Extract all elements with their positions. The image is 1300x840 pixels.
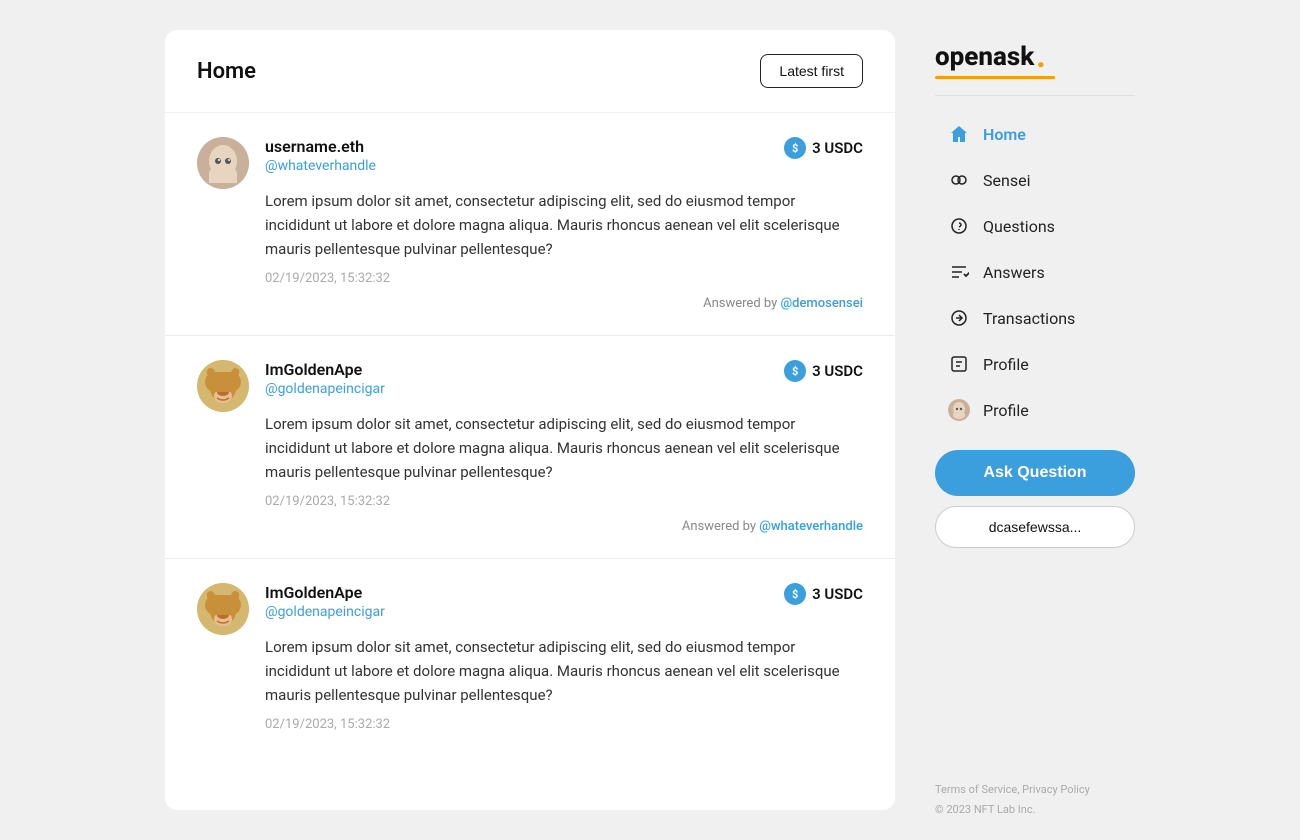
feed-text: Lorem ipsum dolor sit amet, consectetur … — [265, 412, 863, 484]
feed-item: ImGoldenApe @goldenapeincigar $ 3 USDC L… — [165, 336, 895, 559]
ghost-avatar-svg — [197, 137, 249, 189]
feed: username.eth @whateverhandle $ 3 USDC Lo… — [165, 113, 895, 766]
feed-text: Lorem ipsum dolor sit amet, consectetur … — [265, 189, 863, 261]
logo-text: openask — [935, 42, 1034, 72]
logo-dot: . — [1036, 40, 1045, 72]
main-header: Home Latest first — [165, 30, 895, 113]
sidebar-item-label: Sensei — [983, 171, 1030, 190]
feed-item: ImGoldenApe @goldenapeincigar $ 3 USDC L… — [165, 559, 895, 766]
feed-item: username.eth @whateverhandle $ 3 USDC Lo… — [165, 113, 895, 336]
sidebar-logo: openask. — [935, 40, 1135, 72]
answers-icon — [947, 260, 971, 284]
sidebar-item-transactions[interactable]: Transactions — [935, 296, 1135, 340]
feed-handle[interactable]: @whateverhandle — [265, 158, 376, 174]
feed-meta: username.eth @whateverhandle $ 3 USDC — [265, 137, 863, 178]
usdc-icon: $ — [784, 583, 806, 605]
feed-top: ImGoldenApe @goldenapeincigar $ 3 USDC — [197, 583, 863, 635]
feed-answered: Answered by @demosensei — [265, 296, 863, 311]
usdc-icon: $ — [784, 360, 806, 382]
feed-text: Lorem ipsum dolor sit amet, consectetur … — [265, 635, 863, 707]
feed-answered-link[interactable]: @whateverhandle — [759, 519, 863, 534]
terms-link[interactable]: Terms of Service — [935, 783, 1017, 796]
feed-top: username.eth @whateverhandle $ 3 USDC — [197, 137, 863, 189]
feed-username: username.eth — [265, 137, 376, 156]
usdc-icon: $ — [784, 137, 806, 159]
questions-icon — [947, 214, 971, 238]
feed-user-info: username.eth @whateverhandle — [265, 137, 376, 174]
page-wrapper: Home Latest first — [0, 20, 1300, 820]
ask-question-button[interactable]: Ask Question — [935, 450, 1135, 496]
sort-button[interactable]: Latest first — [760, 54, 863, 88]
sidebar-item-answers[interactable]: Answers — [935, 250, 1135, 294]
page-title: Home — [197, 59, 256, 84]
feed-usdc: $ 3 USDC — [784, 583, 863, 605]
feed-top: ImGoldenApe @goldenapeincigar $ 3 USDC — [197, 360, 863, 412]
sensei-icon — [947, 168, 971, 192]
feed-username: ImGoldenApe — [265, 583, 385, 602]
feed-timestamp: 02/19/2023, 15:32:32 — [265, 494, 863, 509]
sidebar-item-questions[interactable]: Questions — [935, 204, 1135, 248]
sidebar-item-home[interactable]: Home — [935, 112, 1135, 156]
feed-user-row: ImGoldenApe @goldenapeincigar $ 3 USDC — [265, 583, 863, 620]
feed-handle[interactable]: @goldenapeincigar — [265, 604, 385, 620]
sidebar-item-label: Transactions — [983, 309, 1075, 328]
feed-usdc: $ 3 USDC — [784, 137, 863, 159]
feed-meta: ImGoldenApe @goldenapeincigar $ 3 USDC — [265, 360, 863, 401]
feed-username: ImGoldenApe — [265, 360, 385, 379]
feed-amount: 3 USDC — [812, 362, 863, 380]
feed-handle[interactable]: @goldenapeincigar — [265, 381, 385, 397]
logo-underline — [935, 76, 1055, 79]
feed-usdc: $ 3 USDC — [784, 360, 863, 382]
feed-user-row: ImGoldenApe @goldenapeincigar $ 3 USDC — [265, 360, 863, 397]
feed-timestamp: 02/19/2023, 15:32:32 — [265, 717, 863, 732]
feed-body: Lorem ipsum dolor sit amet, consectetur … — [265, 635, 863, 732]
sidebar-nav: Home Sensei Questions — [935, 112, 1135, 434]
feed-body: Lorem ipsum dolor sit amet, consectetur … — [265, 412, 863, 534]
wallet-button[interactable]: dcasefewssa... — [935, 506, 1135, 548]
feed-body: Lorem ipsum dolor sit amet, consectetur … — [265, 189, 863, 311]
transactions-icon — [947, 306, 971, 330]
feed-user-row: username.eth @whateverhandle $ 3 USDC — [265, 137, 863, 174]
sidebar-item-label: Questions — [983, 217, 1055, 236]
feed-amount: 3 USDC — [812, 139, 863, 157]
sidebar-item-label: Profile — [983, 401, 1029, 420]
home-icon — [947, 122, 971, 146]
avatar — [197, 360, 249, 412]
sidebar-item-label: Profile — [983, 355, 1029, 374]
feed-user-info: ImGoldenApe @goldenapeincigar — [265, 583, 385, 620]
footer-copyright: © 2023 NFT Lab Inc. — [935, 800, 1135, 820]
sidebar: openask. Home Sens — [935, 20, 1135, 820]
feed-user-info: ImGoldenApe @goldenapeincigar — [265, 360, 385, 397]
feed-answered: Answered by @whateverhandle — [265, 519, 863, 534]
privacy-link[interactable]: Privacy Policy — [1022, 783, 1090, 796]
profile-icon — [947, 352, 971, 376]
feed-timestamp: 02/19/2023, 15:32:32 — [265, 271, 863, 286]
feed-amount: 3 USDC — [812, 585, 863, 603]
sidebar-item-profile1[interactable]: Profile — [935, 342, 1135, 386]
feed-meta: ImGoldenApe @goldenapeincigar $ 3 USDC — [265, 583, 863, 624]
sidebar-item-profile2[interactable]: Profile — [935, 388, 1135, 432]
avatar — [197, 137, 249, 189]
main-panel: Home Latest first — [165, 30, 895, 810]
feed-answered-link[interactable]: @demosensei — [780, 296, 863, 311]
sidebar-item-sensei[interactable]: Sensei — [935, 158, 1135, 202]
ape-avatar-svg — [197, 360, 249, 412]
sidebar-footer: Terms of Service, Privacy Policy © 2023 … — [935, 760, 1135, 820]
avatar — [197, 583, 249, 635]
sidebar-item-label: Home — [983, 125, 1026, 144]
sidebar-item-label: Answers — [983, 263, 1045, 282]
sidebar-divider — [935, 95, 1135, 96]
footer-links: Terms of Service, Privacy Policy — [935, 780, 1135, 800]
avatar-icon — [947, 398, 971, 422]
ape-avatar-svg-2 — [197, 583, 249, 635]
